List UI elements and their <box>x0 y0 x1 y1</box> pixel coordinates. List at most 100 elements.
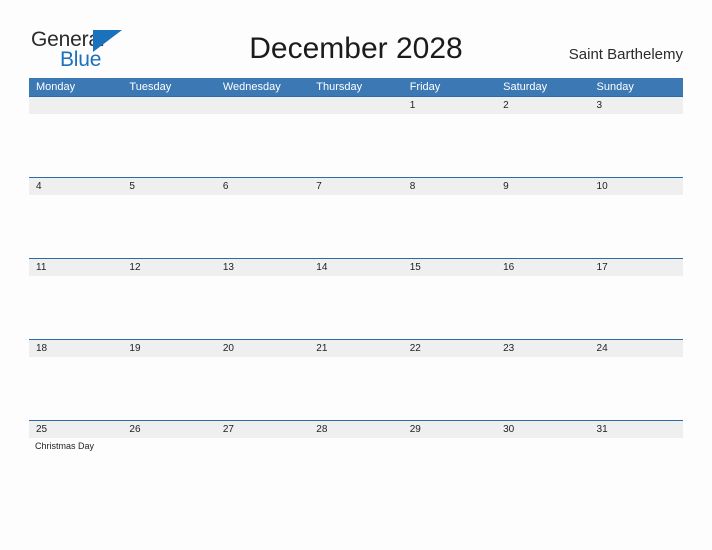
day-event-cell[interactable] <box>122 438 215 501</box>
day-number: 17 <box>596 262 608 273</box>
day-event-cell[interactable] <box>216 114 309 177</box>
day-number: 19 <box>129 343 141 354</box>
day-cell[interactable]: 28 <box>309 421 402 438</box>
day-event-cell[interactable] <box>496 276 589 339</box>
day-cell[interactable] <box>122 97 215 114</box>
day-cell[interactable]: 4 <box>29 178 122 195</box>
day-cell[interactable] <box>29 97 122 114</box>
week-row: 4 5 6 7 8 9 10 <box>29 177 683 258</box>
day-cell[interactable]: 6 <box>216 178 309 195</box>
day-cell[interactable]: 11 <box>29 259 122 276</box>
day-number: 13 <box>222 262 234 273</box>
day-cell[interactable]: 12 <box>122 259 215 276</box>
day-cell[interactable] <box>216 97 309 114</box>
day-event-cell[interactable] <box>29 195 122 258</box>
day-event-cell[interactable] <box>496 438 589 501</box>
day-event-cell[interactable] <box>496 114 589 177</box>
weekday-header-sunday: Sunday <box>596 81 634 93</box>
day-number: 3 <box>596 100 603 111</box>
day-cell[interactable]: 15 <box>403 259 496 276</box>
week-date-band: 4 5 6 7 8 9 10 <box>29 178 683 195</box>
day-number: 22 <box>409 343 421 354</box>
day-cell[interactable]: 30 <box>496 421 589 438</box>
day-event-cell[interactable] <box>403 195 496 258</box>
day-cell[interactable]: 18 <box>29 340 122 357</box>
day-number: 7 <box>316 181 322 192</box>
day-event-cell[interactable] <box>309 195 402 258</box>
day-cell[interactable]: 23 <box>496 340 589 357</box>
day-event-cell[interactable] <box>29 357 122 420</box>
week-row: 18 19 20 21 22 23 24 <box>29 339 683 420</box>
day-event-cell[interactable] <box>122 114 215 177</box>
weekday-header-thursday: Thursday <box>316 81 363 93</box>
day-cell[interactable]: 13 <box>216 259 309 276</box>
day-event-cell[interactable] <box>122 195 215 258</box>
weekday-header-friday: Friday <box>409 81 441 93</box>
day-number: 1 <box>409 100 416 111</box>
day-event-cell[interactable] <box>122 276 215 339</box>
day-cell[interactable]: 5 <box>122 178 215 195</box>
weekday-header-saturday: Saturday <box>503 81 548 93</box>
day-cell[interactable]: 10 <box>590 178 683 195</box>
week-date-band: 25 26 27 28 29 30 31 <box>29 421 683 438</box>
holiday-label: Christmas Day <box>35 441 95 451</box>
day-event-cell[interactable]: Christmas Day <box>29 438 122 501</box>
week-row: 11 12 13 14 15 16 17 <box>29 258 683 339</box>
day-event-cell[interactable] <box>29 276 122 339</box>
day-event-cell[interactable] <box>29 114 122 177</box>
day-number: 28 <box>316 424 328 435</box>
day-event-cell[interactable] <box>309 357 402 420</box>
day-cell[interactable]: 24 <box>590 340 683 357</box>
day-cell[interactable]: 27 <box>216 421 309 438</box>
day-event-cell[interactable] <box>403 438 496 501</box>
day-event-cell[interactable] <box>216 438 309 501</box>
day-event-cell[interactable] <box>403 276 496 339</box>
day-number: 12 <box>129 262 141 273</box>
day-cell[interactable]: 21 <box>309 340 402 357</box>
day-event-cell[interactable] <box>590 357 683 420</box>
day-cell[interactable]: 20 <box>216 340 309 357</box>
day-cell[interactable]: 22 <box>403 340 496 357</box>
day-number: 15 <box>409 262 421 273</box>
day-cell[interactable]: 9 <box>496 178 589 195</box>
day-event-cell[interactable] <box>403 357 496 420</box>
day-cell[interactable]: 7 <box>309 178 402 195</box>
day-cell[interactable]: 14 <box>309 259 402 276</box>
day-event-cell[interactable] <box>590 114 683 177</box>
day-cell[interactable]: 16 <box>496 259 589 276</box>
day-number: 24 <box>596 343 608 354</box>
day-number: 20 <box>222 343 234 354</box>
day-event-cell[interactable] <box>403 114 496 177</box>
day-cell[interactable]: 31 <box>590 421 683 438</box>
day-cell[interactable]: 17 <box>590 259 683 276</box>
day-event-cell[interactable] <box>590 195 683 258</box>
day-event-cell[interactable] <box>309 276 402 339</box>
day-number: 11 <box>36 262 47 273</box>
day-event-cell[interactable] <box>216 276 309 339</box>
day-event-cell[interactable] <box>216 195 309 258</box>
week-event-band <box>29 357 683 420</box>
day-cell[interactable]: 26 <box>122 421 215 438</box>
day-cell[interactable]: 19 <box>122 340 215 357</box>
day-cell[interactable]: 1 <box>403 97 496 114</box>
day-cell[interactable]: 8 <box>403 178 496 195</box>
day-event-cell[interactable] <box>122 357 215 420</box>
day-event-cell[interactable] <box>496 195 589 258</box>
day-event-cell[interactable] <box>590 438 683 501</box>
week-date-band: 1 2 3 <box>29 97 683 114</box>
day-event-cell[interactable] <box>309 438 402 501</box>
day-number: 5 <box>129 181 135 192</box>
week-row: 25 26 27 28 29 30 31 Christmas Day <box>29 420 683 501</box>
day-event-cell[interactable] <box>496 357 589 420</box>
week-date-band: 18 19 20 21 22 23 24 <box>29 340 683 357</box>
day-cell[interactable]: 2 <box>496 97 589 114</box>
day-event-cell[interactable] <box>590 276 683 339</box>
weekday-header-monday: Monday <box>36 81 76 93</box>
day-cell[interactable]: 25 <box>29 421 122 438</box>
day-cell[interactable]: 29 <box>403 421 496 438</box>
day-cell[interactable]: 3 <box>590 97 683 114</box>
week-event-band <box>29 195 683 258</box>
day-cell[interactable] <box>309 97 402 114</box>
day-event-cell[interactable] <box>309 114 402 177</box>
day-event-cell[interactable] <box>216 357 309 420</box>
